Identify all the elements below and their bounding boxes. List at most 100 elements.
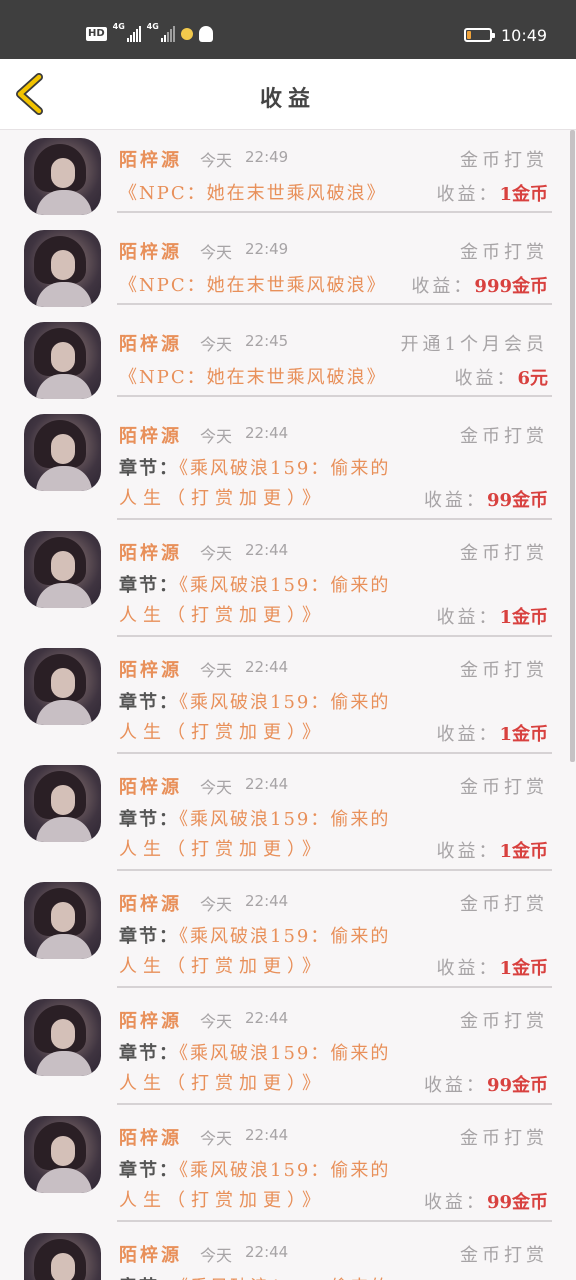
avatar[interactable]: [24, 765, 101, 842]
avatar[interactable]: [24, 414, 101, 491]
record-type: 金币打赏: [460, 1245, 548, 1266]
avatar[interactable]: [24, 531, 101, 608]
earnings-list[interactable]: 陌梓源 今天 22:49 金币打赏 《NPC：她在末世乘风破浪》 收益：1金币 陌梓源 今天 2…: [0, 130, 576, 1280]
record-type: 开通1个月会员: [400, 334, 548, 355]
record-time: 22:44: [245, 1009, 289, 1027]
record-type: 金币打赏: [460, 660, 548, 681]
page-title: 收益: [259, 86, 316, 112]
earning-amount: 1金币: [499, 958, 548, 979]
list-item[interactable]: 陌梓源今天22:44金币打赏章节：《乘风破浪159：偷来的人生（打赏加更）》收益…: [0, 640, 576, 757]
earning: 收益：99金币: [424, 1188, 548, 1214]
record-day: 今天: [200, 427, 233, 446]
chapter-label: 章节：: [119, 809, 179, 830]
chapter-line-1: 章节：《乘风破浪159：偷来的: [119, 1273, 390, 1280]
chapter-label: 章节：: [119, 926, 179, 947]
avatar[interactable]: [24, 648, 101, 725]
earning-label: 收益：: [436, 184, 500, 205]
list-item[interactable]: 陌梓源今天22:44金币打赏章节：《乘风破浪159：偷来的人生（打赏加更）》收益…: [0, 874, 576, 991]
list-item[interactable]: 陌梓源 今天 22:49 金币打赏 《NPC：她在末世乘风破浪》 收益：999金币: [0, 222, 576, 314]
row-divider: [117, 1220, 552, 1222]
sender-name: 陌梓源: [119, 426, 182, 447]
record-time: 22:44: [245, 1243, 289, 1261]
record-day: 今天: [200, 895, 233, 914]
row-divider: [117, 211, 552, 213]
avatar[interactable]: [24, 138, 101, 215]
earning-label: 收益：: [423, 490, 487, 511]
earning: 收益：6元: [454, 364, 548, 390]
chapter-title-part-1: 《乘风破浪159：偷来的: [179, 458, 391, 479]
qq-icon: [198, 26, 213, 42]
earning-label: 收益：: [436, 607, 500, 628]
chapter-title-part-2: 人生（打赏加更）》: [119, 956, 326, 977]
list-item[interactable]: 陌梓源 今天 22:49 金币打赏 《NPC：她在末世乘风破浪》 收益：1金币: [0, 130, 576, 222]
earning-amount: 1金币: [499, 607, 548, 628]
avatar[interactable]: [24, 999, 101, 1076]
book-title: 《NPC：她在末世乘风破浪》: [119, 367, 387, 388]
avatar[interactable]: [24, 1116, 101, 1193]
list-item[interactable]: 陌梓源今天22:44金币打赏章节：《乘风破浪159：偷来的人生（打赏加更）》收益…: [0, 757, 576, 874]
sender-name: 陌梓源: [119, 150, 182, 171]
record-time: 22:44: [245, 424, 289, 442]
book-title: 《NPC：她在末世乘风破浪》: [119, 275, 387, 296]
record-day: 今天: [200, 151, 233, 170]
list-item[interactable]: 陌梓源今天22:44金币打赏章节：《乘风破浪159：偷来的人生（打赏加更）》收益…: [0, 1225, 576, 1280]
list-item[interactable]: 陌梓源今天22:44金币打赏章节：《乘风破浪159：偷来的人生（打赏加更）》收益…: [0, 523, 576, 640]
chapter-title-part-1: 《乘风破浪159：偷来的: [179, 809, 391, 830]
scrollbar[interactable]: [570, 130, 575, 762]
record-time: 22:44: [245, 775, 289, 793]
earning-amount: 1金币: [499, 841, 548, 862]
chapter-title-part-2: 人生（打赏加更）》: [119, 605, 326, 626]
avatar[interactable]: [24, 230, 101, 307]
avatar[interactable]: [24, 1233, 101, 1280]
notification-app-icon: [180, 28, 193, 40]
battery-fill: [467, 31, 471, 39]
earning-amount: 1金币: [499, 724, 548, 745]
earning: 收益：99金币: [424, 1071, 548, 1097]
earning: 收益：1金币: [436, 180, 548, 206]
record-day: 今天: [200, 661, 233, 680]
chapter-line-1: 章节：《乘风破浪159：偷来的: [119, 1039, 390, 1065]
record-type: 金币打赏: [460, 777, 548, 798]
chapter-line-1: 章节：《乘风破浪159：偷来的: [119, 688, 390, 714]
chapter-label: 章节：: [119, 458, 179, 479]
record-day: 今天: [200, 1012, 233, 1031]
earning: 收益：999金币: [411, 272, 548, 298]
avatar[interactable]: [24, 882, 101, 959]
list-item[interactable]: 陌梓源 今天 22:45 开通1个月会员 《NPC：她在末世乘风破浪》 收益：6元: [0, 314, 576, 406]
row-divider: [117, 986, 552, 988]
record-day: 今天: [200, 1129, 233, 1148]
chapter-title-part-1: 《乘风破浪159：偷来的: [179, 692, 391, 713]
earning-amount: 1金币: [499, 184, 548, 205]
chapter-line-1: 章节：《乘风破浪159：偷来的: [119, 1156, 390, 1182]
sender-name: 陌梓源: [119, 543, 182, 564]
earning-amount: 99金币: [486, 490, 548, 511]
sender-name: 陌梓源: [119, 1011, 182, 1032]
chapter-line-1: 章节：《乘风破浪159：偷来的: [119, 454, 390, 480]
sender-name: 陌梓源: [119, 1128, 182, 1149]
earning-label: 收益：: [436, 841, 500, 862]
list-item[interactable]: 陌梓源今天22:44金币打赏章节：《乘风破浪159：偷来的人生（打赏加更）》收益…: [0, 406, 576, 523]
earning-label: 收益：: [423, 1192, 487, 1213]
chapter-title-part-2: 人生（打赏加更）》: [119, 488, 326, 509]
earning-label: 收益：: [436, 724, 500, 745]
sender-name: 陌梓源: [119, 1245, 182, 1266]
chapter-title-part-2: 人生（打赏加更）》: [119, 1073, 326, 1094]
chapter-label: 章节：: [119, 692, 179, 713]
list-item[interactable]: 陌梓源今天22:44金币打赏章节：《乘风破浪159：偷来的人生（打赏加更）》收益…: [0, 1108, 576, 1225]
record-type: 金币打赏: [460, 543, 548, 564]
row-divider: [117, 752, 552, 754]
avatar[interactable]: [24, 322, 101, 399]
record-type: 金币打赏: [460, 242, 548, 263]
earning-amount: 99金币: [486, 1075, 548, 1096]
chapter-label: 章节：: [119, 1043, 179, 1064]
earning: 收益：1金币: [436, 954, 548, 980]
signal-icon-2: 4G: [147, 22, 175, 42]
list-item[interactable]: 陌梓源今天22:44金币打赏章节：《乘风破浪159：偷来的人生（打赏加更）》收益…: [0, 991, 576, 1108]
record-time: 22:44: [245, 1126, 289, 1144]
status-time: 10:49: [501, 26, 548, 45]
row-divider: [117, 395, 552, 397]
earning-label: 收益：: [423, 1075, 487, 1096]
signal-icon-1: 4G: [113, 22, 141, 42]
status-bar: HD 4G 4G 10:49: [0, 0, 576, 59]
sender-name: 陌梓源: [119, 660, 182, 681]
